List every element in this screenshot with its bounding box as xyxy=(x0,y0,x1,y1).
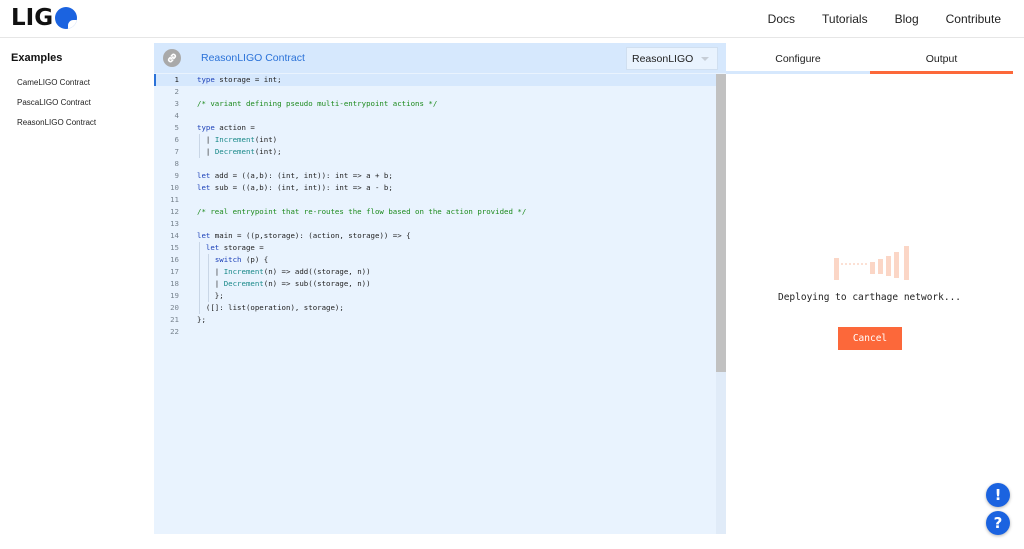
code-editor-panel: ReasonLIGO Contract ReasonLIGO 1 type sto… xyxy=(154,43,726,534)
line-number: 2 xyxy=(174,87,179,96)
alert-icon[interactable]: ! xyxy=(986,483,1010,507)
code-line[interactable]: 17 | Increment(n) => add((storage, n)) xyxy=(154,266,716,278)
line-number: 1 xyxy=(174,75,179,84)
line-number: 13 xyxy=(170,219,179,228)
language-select-value: ReasonLIGO xyxy=(632,52,694,65)
code-text: let add = ((a,b): (int, int)): int => a … xyxy=(197,171,393,180)
code-text: let storage = xyxy=(205,243,264,252)
code-line[interactable]: 15 let storage = xyxy=(154,242,716,254)
editor-title: ReasonLIGO Contract xyxy=(201,52,305,64)
output-tabs: Configure Output xyxy=(726,43,1024,74)
code-line[interactable]: 19 }; xyxy=(154,290,716,302)
code-text: | Increment(n) => add((storage, n)) xyxy=(197,267,371,276)
tab-configure-underline xyxy=(726,71,870,74)
line-number: 9 xyxy=(174,171,179,180)
code-line[interactable]: 7 | Decrement(int); xyxy=(154,146,716,158)
code-text: type action = xyxy=(197,123,255,132)
loading-bars-icon xyxy=(834,246,909,280)
code-line[interactable]: 16 switch (p) { xyxy=(154,254,716,266)
code-line[interactable]: 8 xyxy=(154,158,716,170)
examples-list: CameLIGO Contract PascaLIGO Contract Rea… xyxy=(17,78,96,138)
link-icon xyxy=(167,53,177,63)
code-line[interactable]: 6 | Increment(int) xyxy=(154,134,716,146)
code-area[interactable]: 1 type storage = int; 2 3 /* variant definin… xyxy=(154,74,716,534)
code-line[interactable]: 3 /* variant defining pseudo multi-entryp… xyxy=(154,98,716,110)
line-number: 22 xyxy=(170,327,179,336)
code-text: | Decrement(int); xyxy=(197,147,282,156)
line-number: 6 xyxy=(174,135,179,144)
code-line[interactable]: 21}; xyxy=(154,314,716,326)
line-number: 8 xyxy=(174,159,179,168)
code-line[interactable]: 14 let main = ((p,storage): (action, stor… xyxy=(154,230,716,242)
nav-blog[interactable]: Blog xyxy=(895,12,919,26)
line-number: 3 xyxy=(174,99,179,108)
nav-tutorials[interactable]: Tutorials xyxy=(822,12,868,26)
nav-docs[interactable]: Docs xyxy=(768,12,795,26)
line-number: 17 xyxy=(170,267,179,276)
sidebar-item-reasonligo[interactable]: ReasonLIGO Contract xyxy=(17,118,96,138)
line-number: 14 xyxy=(170,231,179,240)
chevron-down-icon xyxy=(701,57,709,61)
code-line[interactable]: 13 xyxy=(154,218,716,230)
code-line[interactable]: 22 xyxy=(154,326,716,338)
tab-output[interactable]: Output xyxy=(870,43,1013,74)
code-text: /* real entrypoint that re-routes the fl… xyxy=(197,207,527,216)
line-number: 11 xyxy=(170,195,179,204)
line-number: 5 xyxy=(174,123,179,132)
code-text: switch (p) { xyxy=(214,255,269,264)
top-header: LIG Docs Tutorials Blog Contribute xyxy=(0,0,1024,38)
sidebar-title: Examples xyxy=(11,52,63,64)
line-number: 21 xyxy=(170,315,179,324)
code-line[interactable]: 1 type storage = int; xyxy=(154,74,716,86)
code-line[interactable]: 11 xyxy=(154,194,716,206)
line-number: 4 xyxy=(174,111,179,120)
ligo-logo[interactable]: LIG xyxy=(11,5,78,31)
code-line[interactable]: 12 /* real entrypoint that re-routes the … xyxy=(154,206,716,218)
sidebar-item-cameligo[interactable]: CameLIGO Contract xyxy=(17,78,96,98)
help-icon[interactable]: ? xyxy=(986,511,1010,535)
deploy-status-text: Deploying to carthage network... xyxy=(777,292,962,303)
share-link-icon[interactable] xyxy=(163,49,181,67)
code-line[interactable]: 18 | Decrement(n) => sub((storage, n)) xyxy=(154,278,716,290)
code-line[interactable]: 5 type action = xyxy=(154,122,716,134)
line-number: 19 xyxy=(170,291,179,300)
nav-contribute[interactable]: Contribute xyxy=(946,12,1001,26)
code-line[interactable]: 2 xyxy=(154,86,716,98)
line-number: 10 xyxy=(170,183,179,192)
code-text: | Increment(int) xyxy=(197,135,278,144)
code-text: type storage = int; xyxy=(197,75,282,84)
tab-configure[interactable]: Configure xyxy=(726,43,870,74)
code-text: let sub = ((a,b): (int, int)): int => a … xyxy=(197,183,393,192)
line-number: 12 xyxy=(170,207,179,216)
code-text: | Decrement(n) => sub((storage, n)) xyxy=(197,279,371,288)
top-nav: Docs Tutorials Blog Contribute xyxy=(741,0,1001,38)
code-text: }; xyxy=(197,315,206,324)
line-number: 20 xyxy=(170,303,179,312)
sidebar-item-pascaligo[interactable]: PascaLIGO Contract xyxy=(17,98,96,118)
logo-text: LIG xyxy=(11,5,54,31)
language-select[interactable]: ReasonLIGO xyxy=(626,47,718,70)
tab-output-underline xyxy=(870,71,1013,74)
line-number: 7 xyxy=(174,147,179,156)
line-number: 16 xyxy=(170,255,179,264)
code-text: let main = ((p,storage): (action, storag… xyxy=(197,231,411,240)
examples-sidebar: Examples CameLIGO Contract PascaLIGO Con… xyxy=(0,39,154,549)
code-text: /* variant defining pseudo multi-entrypo… xyxy=(197,99,438,108)
editor-scrollbar[interactable] xyxy=(716,74,726,534)
code-line[interactable]: 10 let sub = ((a,b): (int, int)): int => … xyxy=(154,182,716,194)
editor-scroll-thumb[interactable] xyxy=(716,74,726,372)
editor-header: ReasonLIGO Contract ReasonLIGO xyxy=(154,43,726,73)
cursor-marker xyxy=(154,74,156,86)
code-text: }; xyxy=(197,291,224,300)
code-text: ([]: list(operation), storage); xyxy=(197,303,344,312)
code-line[interactable]: 4 xyxy=(154,110,716,122)
line-number: 15 xyxy=(170,243,179,252)
line-number: 18 xyxy=(170,279,179,288)
logo-circle-icon xyxy=(55,7,78,29)
code-line[interactable]: 9 let add = ((a,b): (int, int)): int => a… xyxy=(154,170,716,182)
cancel-button[interactable]: Cancel xyxy=(838,327,902,350)
code-line[interactable]: 20 ([]: list(operation), storage); xyxy=(154,302,716,314)
